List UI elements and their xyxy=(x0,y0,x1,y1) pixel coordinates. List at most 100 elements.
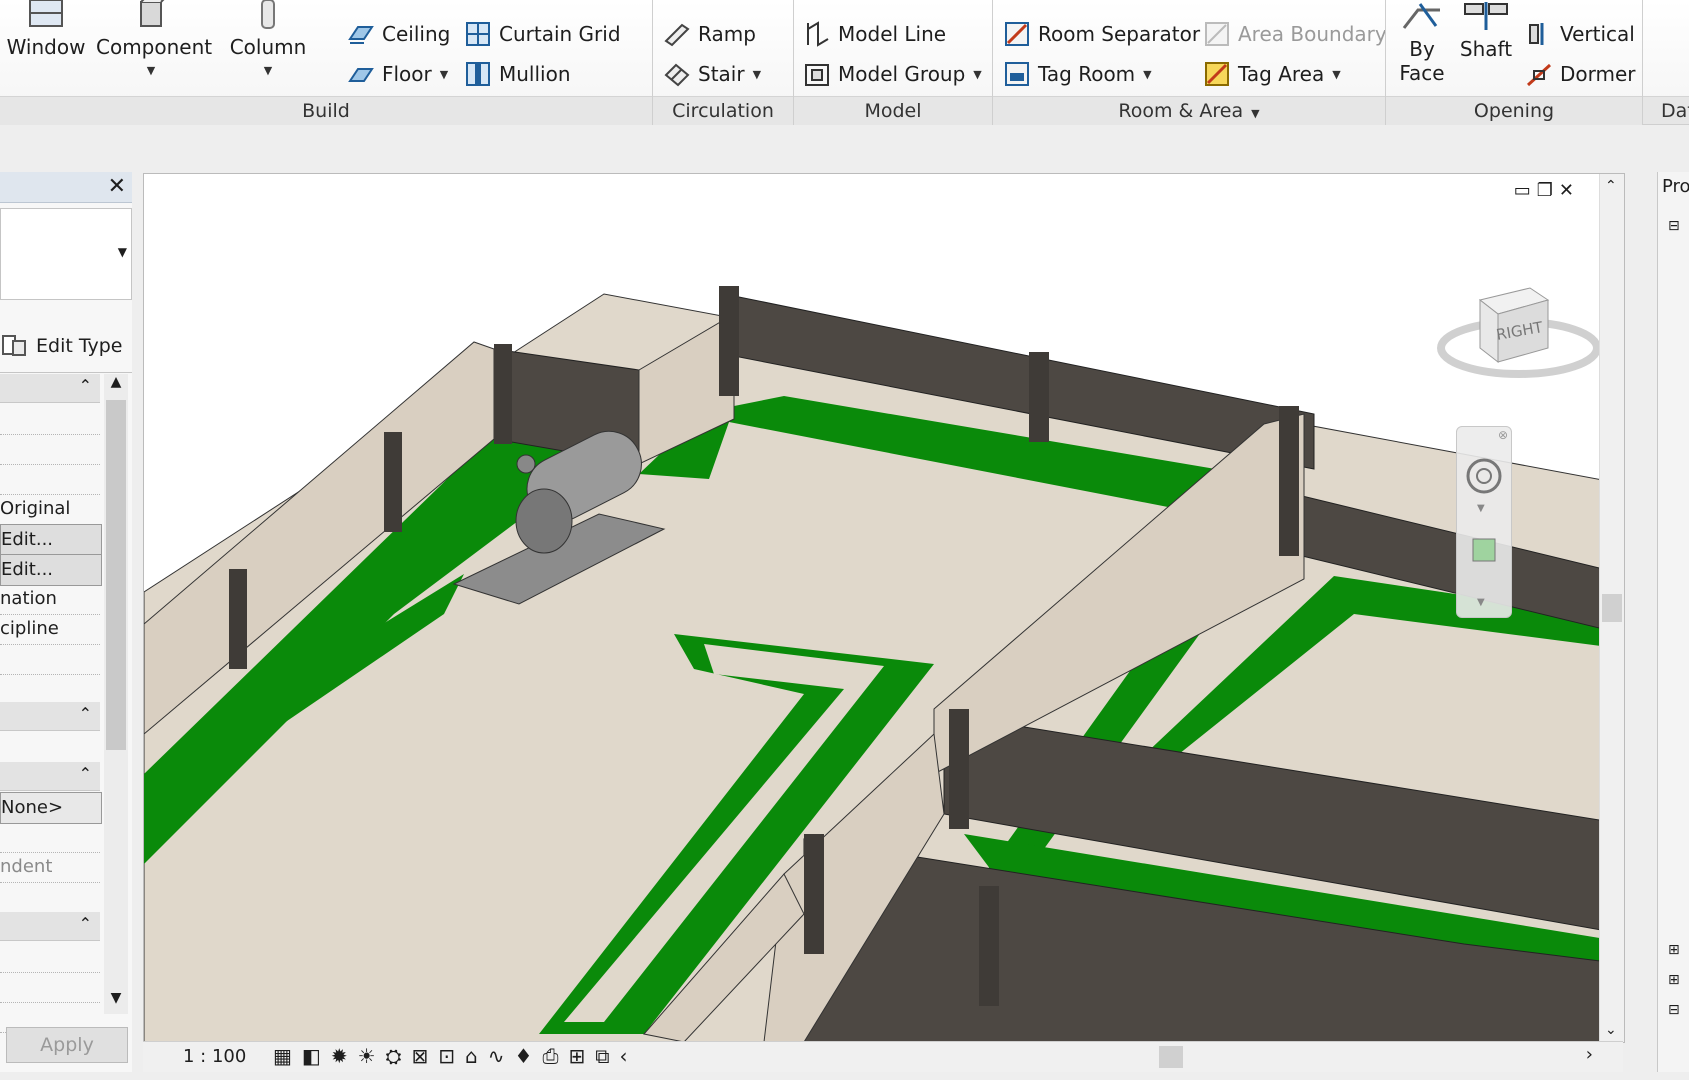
viewcube[interactable]: RIGHT xyxy=(1434,274,1604,384)
area-boundary-button[interactable]: Area Boundary xyxy=(1204,17,1387,51)
worksharing-icon[interactable]: ⊞ xyxy=(568,1044,585,1068)
column xyxy=(229,569,247,669)
ceiling-button[interactable]: Ceiling xyxy=(348,17,450,51)
vertical-button[interactable]: Vertical xyxy=(1526,17,1635,51)
column-label: Column xyxy=(229,35,307,59)
column xyxy=(494,344,512,444)
model-3d-render[interactable] xyxy=(144,174,1624,1042)
category-header[interactable]: ⌃ xyxy=(0,912,100,941)
scroll-thumb[interactable] xyxy=(1602,594,1622,622)
category-header[interactable]: ⌃ xyxy=(0,762,100,791)
property-row-discipline[interactable]: cipline xyxy=(0,614,100,645)
collapse-icon[interactable]: ⊟ xyxy=(1668,218,1680,234)
apply-button[interactable]: Apply xyxy=(6,1027,128,1063)
expand-icon[interactable]: ⊞ xyxy=(1668,942,1680,958)
detail-level-icon[interactable]: ▦ xyxy=(273,1044,292,1068)
edit-type-icon xyxy=(2,335,26,356)
view-control-bar: 1 : 100 ▦ ◧ ✹ ☀ ⛭ ⊠ ⊡ ⌂ ∿ ♦ ⎙ ⊞ ⧉ ‹ › xyxy=(143,1041,1623,1072)
tag-area-button[interactable]: Tag Area ▼ xyxy=(1204,57,1341,91)
scroll-up-icon[interactable]: ⌃ xyxy=(1605,178,1617,194)
view-vertical-scrollbar[interactable]: ⌃ ⌄ xyxy=(1599,174,1624,1042)
ramp-button[interactable]: Ramp xyxy=(664,17,756,51)
lock-3d-icon[interactable]: ⌂ xyxy=(465,1044,478,1068)
mullion-icon xyxy=(466,62,490,86)
scroll-up-icon[interactable]: ▲ xyxy=(104,374,128,398)
3d-view-canvas[interactable]: ▭❐✕ RIGHT ⊗ ▼ ▼ ⌃ ⌄ xyxy=(143,173,1625,1043)
property-row xyxy=(0,434,100,465)
scroll-right-icon[interactable]: › xyxy=(1586,1044,1593,1065)
collapse-icon[interactable]: ⊟ xyxy=(1668,1002,1680,1018)
shadows-icon[interactable]: ☀ xyxy=(358,1044,376,1068)
type-selector[interactable]: ▼ xyxy=(0,208,132,300)
temporary-hide-icon[interactable]: ∿ xyxy=(488,1044,505,1068)
restore-icon[interactable]: ❐ xyxy=(1537,180,1559,201)
edit-button[interactable]: Edit... xyxy=(0,554,102,586)
room-area-panel-title[interactable]: Room & Area ▼ xyxy=(993,96,1385,125)
minimize-icon[interactable]: ▭ xyxy=(1514,180,1537,201)
model-line-button[interactable]: Model Line xyxy=(804,17,946,51)
analytical-model-icon[interactable]: ⧉ xyxy=(595,1044,609,1068)
property-row xyxy=(0,942,100,973)
curtain-grid-button[interactable]: Curtain Grid xyxy=(465,17,621,51)
collapse-icon: ⌃ xyxy=(78,704,92,723)
expand-icon[interactable]: ⊞ xyxy=(1668,972,1680,988)
property-row-original[interactable]: Original xyxy=(0,494,100,525)
close-icon[interactable]: ✕ xyxy=(1559,180,1580,201)
view-scale[interactable]: 1 : 100 xyxy=(183,1046,246,1067)
visual-style-icon[interactable]: ◧ xyxy=(302,1044,321,1068)
navigation-bar: ⊗ ▼ ▼ xyxy=(1456,426,1512,618)
zoom-icon[interactable] xyxy=(1469,535,1499,565)
build-panel-title[interactable]: Build xyxy=(0,96,652,125)
mullion-button[interactable]: Mullion xyxy=(465,57,571,91)
property-field-none[interactable]: None> xyxy=(0,792,102,824)
chevron-down-icon[interactable]: ▼ xyxy=(1477,597,1485,608)
column xyxy=(384,432,402,532)
scroll-thumb[interactable] xyxy=(106,400,126,750)
scroll-down-icon[interactable]: ▼ xyxy=(104,990,128,1014)
category-header[interactable]: ⌃ xyxy=(0,374,100,403)
project-browser: Pro ⊟ ⊞ ⊞ ⊟ xyxy=(1657,172,1689,1072)
ribbon: Window Component ▼ Column ▼ Ceiling Floo… xyxy=(0,0,1689,125)
reveal-hidden-icon[interactable]: ♦ xyxy=(515,1044,533,1068)
close-icon[interactable]: ⊗ xyxy=(1498,428,1508,442)
horizontal-scroll-thumb[interactable] xyxy=(1159,1046,1183,1068)
property-row xyxy=(0,464,100,495)
component-button[interactable]: Component ▼ xyxy=(96,0,212,83)
room-area-dropdown-icon: ▼ xyxy=(1251,107,1260,120)
shaft-button[interactable]: Shaft xyxy=(1456,0,1516,61)
crop-view-icon[interactable]: ⊠ xyxy=(412,1044,429,1068)
sun-path-icon[interactable]: ✹ xyxy=(331,1044,348,1068)
column xyxy=(979,886,999,1006)
property-row xyxy=(0,972,100,1003)
stair-button[interactable]: Stair ▼ xyxy=(664,57,761,91)
curtain-grid-icon xyxy=(466,22,490,46)
opening-panel-title: Opening xyxy=(1386,96,1642,125)
rendering-icon[interactable]: ⛭ xyxy=(386,1044,402,1068)
dormer-button[interactable]: Dormer xyxy=(1526,57,1636,91)
by-face-button[interactable]: By Face xyxy=(1394,0,1450,85)
column xyxy=(804,834,824,954)
view-control-icons: ▦ ◧ ✹ ☀ ⛭ ⊠ ⊡ ⌂ ∿ ♦ ⎙ ⊞ ⧉ ‹ xyxy=(273,1044,628,1068)
chevron-down-icon[interactable]: ▼ xyxy=(1477,503,1485,514)
window-button[interactable]: Window xyxy=(4,0,88,59)
scroll-left-icon[interactable]: ‹ xyxy=(620,1044,628,1068)
stair-dropdown-icon: ▼ xyxy=(752,67,762,81)
close-icon[interactable]: ✕ xyxy=(108,174,126,199)
dormer-icon xyxy=(1526,63,1552,87)
floor-button[interactable]: Floor ▼ xyxy=(348,57,448,91)
properties-palette: ✕ ▼ Edit Type ⌃ Original Edit... Edit...… xyxy=(0,172,132,1072)
edit-type-button[interactable]: Edit Type xyxy=(0,330,122,362)
scroll-down-icon[interactable]: ⌄ xyxy=(1605,1022,1617,1038)
model-group-button[interactable]: Model Group ▼ xyxy=(804,57,982,91)
edit-button[interactable]: Edit... xyxy=(0,524,102,556)
temporary-view-properties-icon[interactable]: ⎙ xyxy=(542,1044,558,1068)
column-button[interactable]: Column ▼ xyxy=(228,0,308,83)
category-header[interactable]: ⌃ xyxy=(0,702,100,731)
properties-scrollbar[interactable]: ▲ ▼ xyxy=(104,374,128,1014)
window-icon xyxy=(29,0,63,27)
property-row-nation[interactable]: nation xyxy=(0,584,100,615)
show-crop-icon[interactable]: ⊡ xyxy=(438,1044,455,1068)
tag-room-button[interactable]: Tag Room ▼ xyxy=(1004,57,1152,91)
room-separator-button[interactable]: Room Separator xyxy=(1004,17,1200,51)
steering-wheel-icon[interactable] xyxy=(1465,457,1503,495)
